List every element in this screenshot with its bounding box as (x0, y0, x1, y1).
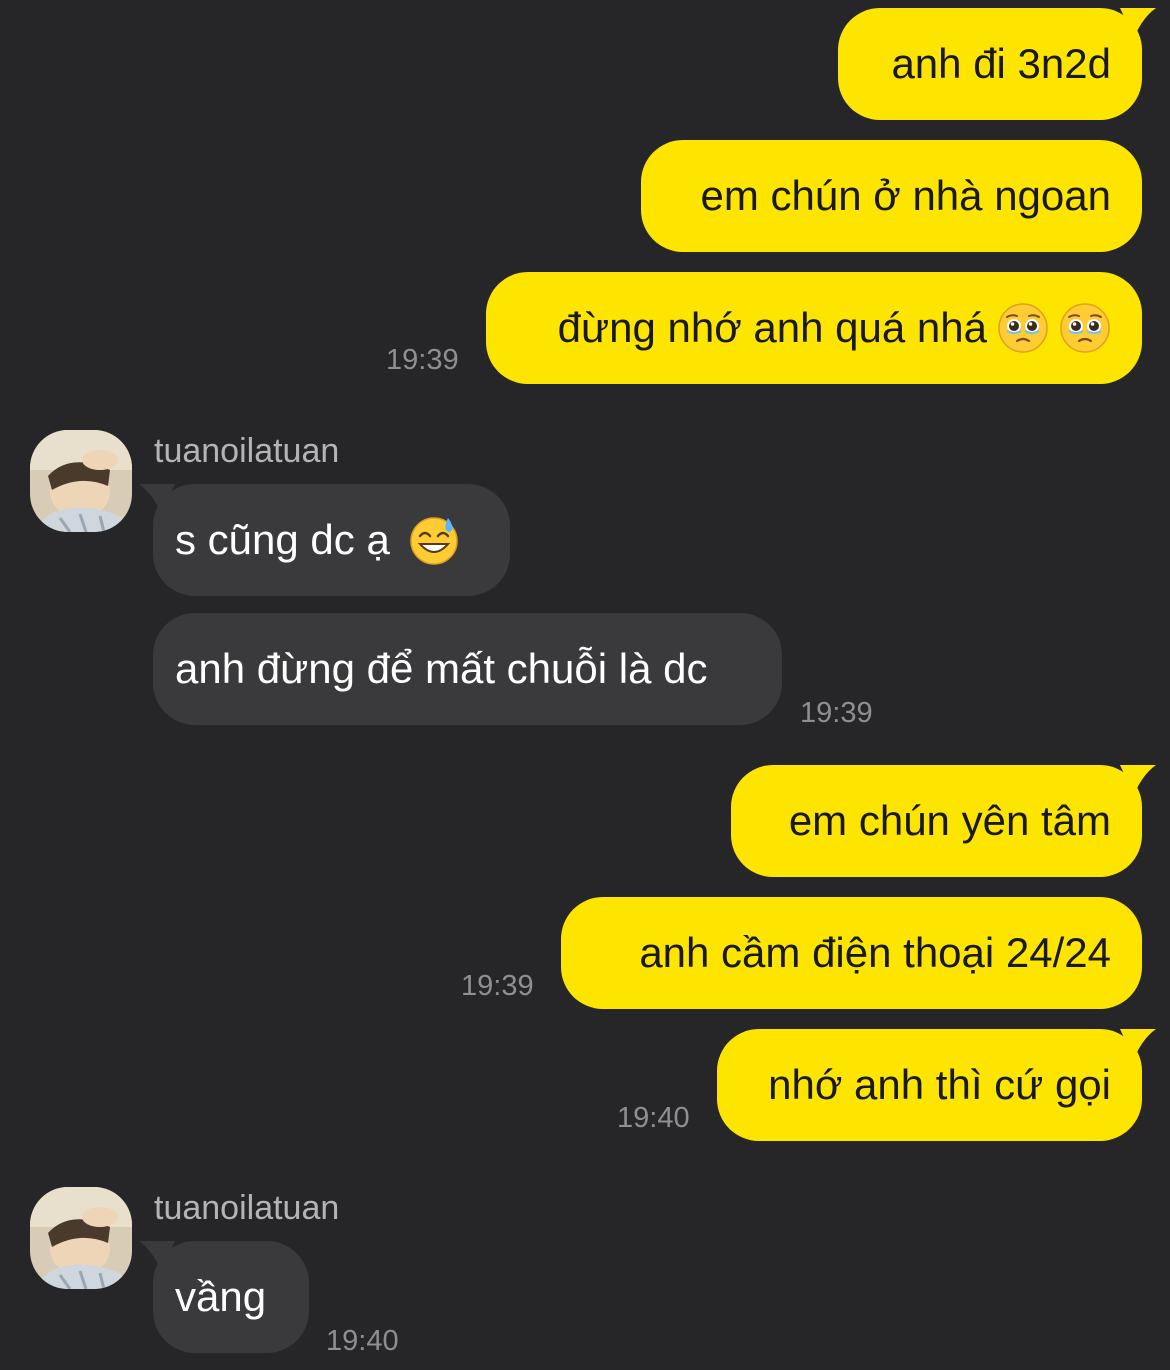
bubble-tail (139, 1241, 175, 1271)
chat-screen: { "chat": { "group1": { "msg1": "anh đi … (0, 0, 1170, 1370)
message-text: em chún yên tâm (788, 797, 1111, 844)
timestamp: 19:39 (461, 970, 534, 1002)
outgoing-message[interactable]: đừng nhớ anh quá nhá (486, 272, 1142, 384)
outgoing-message[interactable]: em chún yên tâm (731, 765, 1156, 877)
incoming-message[interactable]: anh đừng để mất chuỗi là dc (153, 613, 782, 725)
message-text: s cũng dc ạ (175, 516, 390, 563)
incoming-message[interactable]: s cũng dc ạ (139, 484, 510, 596)
bubble-tail (1120, 765, 1156, 795)
bubble-tail (139, 484, 175, 514)
pleading-face-emoji (1059, 302, 1111, 354)
pleading-face-emoji (997, 302, 1049, 354)
bubble-tail (1120, 8, 1156, 38)
sender-name[interactable]: tuanoilatuan (154, 432, 339, 471)
message-text: em chún ở nhà ngoan (700, 172, 1111, 219)
message-text: anh cầm điện thoại 24/24 (639, 929, 1111, 976)
avatar[interactable] (30, 1187, 132, 1289)
timestamp: 19:39 (386, 344, 459, 376)
message-text: anh đừng để mất chuỗi là dc (175, 645, 708, 692)
timestamp: 19:40 (617, 1102, 690, 1134)
timestamp: 19:40 (326, 1325, 399, 1357)
timestamp: 19:39 (800, 697, 873, 729)
avatar[interactable] (30, 430, 132, 532)
bubble-tail (1120, 1029, 1156, 1059)
message-text: anh đi 3n2d (891, 40, 1111, 87)
outgoing-message[interactable]: anh cầm điện thoại 24/24 (561, 897, 1142, 1009)
avatar-image (30, 1187, 132, 1289)
grinning-face-with-sweat-emoji (408, 514, 460, 566)
sender-name[interactable]: tuanoilatuan (154, 1189, 339, 1228)
outgoing-message[interactable]: anh đi 3n2d (838, 8, 1156, 120)
message-text: đừng nhớ anh quá nhá (557, 304, 987, 351)
outgoing-message[interactable]: nhớ anh thì cứ gọi (717, 1029, 1156, 1141)
avatar-image (30, 430, 132, 532)
message-text: nhớ anh thì cứ gọi (768, 1061, 1111, 1108)
outgoing-message[interactable]: em chún ở nhà ngoan (641, 140, 1142, 252)
message-text: vầng (175, 1273, 267, 1320)
incoming-message[interactable]: vầng (139, 1241, 309, 1353)
